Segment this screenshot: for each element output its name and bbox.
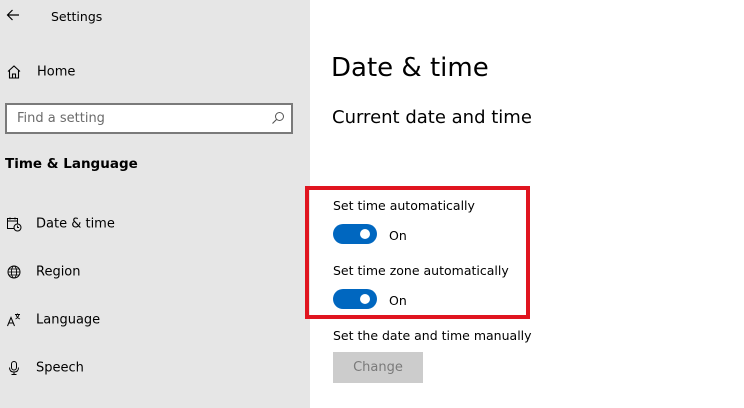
back-button[interactable]	[2, 3, 24, 27]
language-icon	[6, 312, 22, 328]
set-time-zone-automatically-toggle[interactable]	[333, 289, 377, 309]
toggle-state-label: On	[389, 228, 407, 243]
app-title: Settings	[51, 9, 103, 24]
sidebar-item-region[interactable]: Region	[0, 254, 310, 290]
main-content: Date & time Current date and time Set ti…	[305, 0, 744, 408]
globe-icon	[6, 264, 22, 280]
section-subtitle: Current date and time	[332, 107, 532, 128]
toggle-state-label: On	[389, 293, 407, 308]
toggle-knob	[360, 294, 370, 304]
back-arrow-icon	[6, 9, 19, 21]
toggle-knob	[360, 229, 370, 239]
set-time-automatically-label: Set time automatically	[333, 198, 475, 213]
search-icon	[272, 112, 284, 124]
sidebar-item-label: Date & time	[36, 216, 115, 232]
sidebar-item-speech[interactable]: Speech	[0, 350, 310, 386]
microphone-icon	[6, 360, 22, 376]
page-title: Date & time	[331, 53, 489, 83]
sidebar-item-label: Home	[37, 64, 76, 80]
search-placeholder: Find a setting	[17, 111, 105, 126]
search-input[interactable]: Find a setting	[5, 103, 293, 134]
sidebar-item-date-time[interactable]: Date & time	[0, 206, 310, 242]
calendar-clock-icon	[6, 216, 22, 232]
set-time-automatically-toggle[interactable]	[333, 224, 377, 244]
sidebar-item-language[interactable]: Language	[0, 302, 310, 338]
home-icon	[6, 64, 22, 80]
set-time-zone-automatically-label: Set time zone automatically	[333, 263, 509, 278]
change-button[interactable]: Change	[333, 352, 423, 383]
sidebar: Settings Home Find a setting Time & Lang…	[0, 0, 310, 408]
sidebar-item-label: Speech	[36, 360, 84, 376]
manual-date-time-label: Set the date and time manually	[333, 328, 532, 343]
sidebar-item-label: Language	[36, 312, 101, 328]
section-heading: Time & Language	[5, 156, 138, 172]
sidebar-item-home[interactable]: Home	[0, 54, 310, 90]
sidebar-item-label: Region	[36, 264, 81, 280]
